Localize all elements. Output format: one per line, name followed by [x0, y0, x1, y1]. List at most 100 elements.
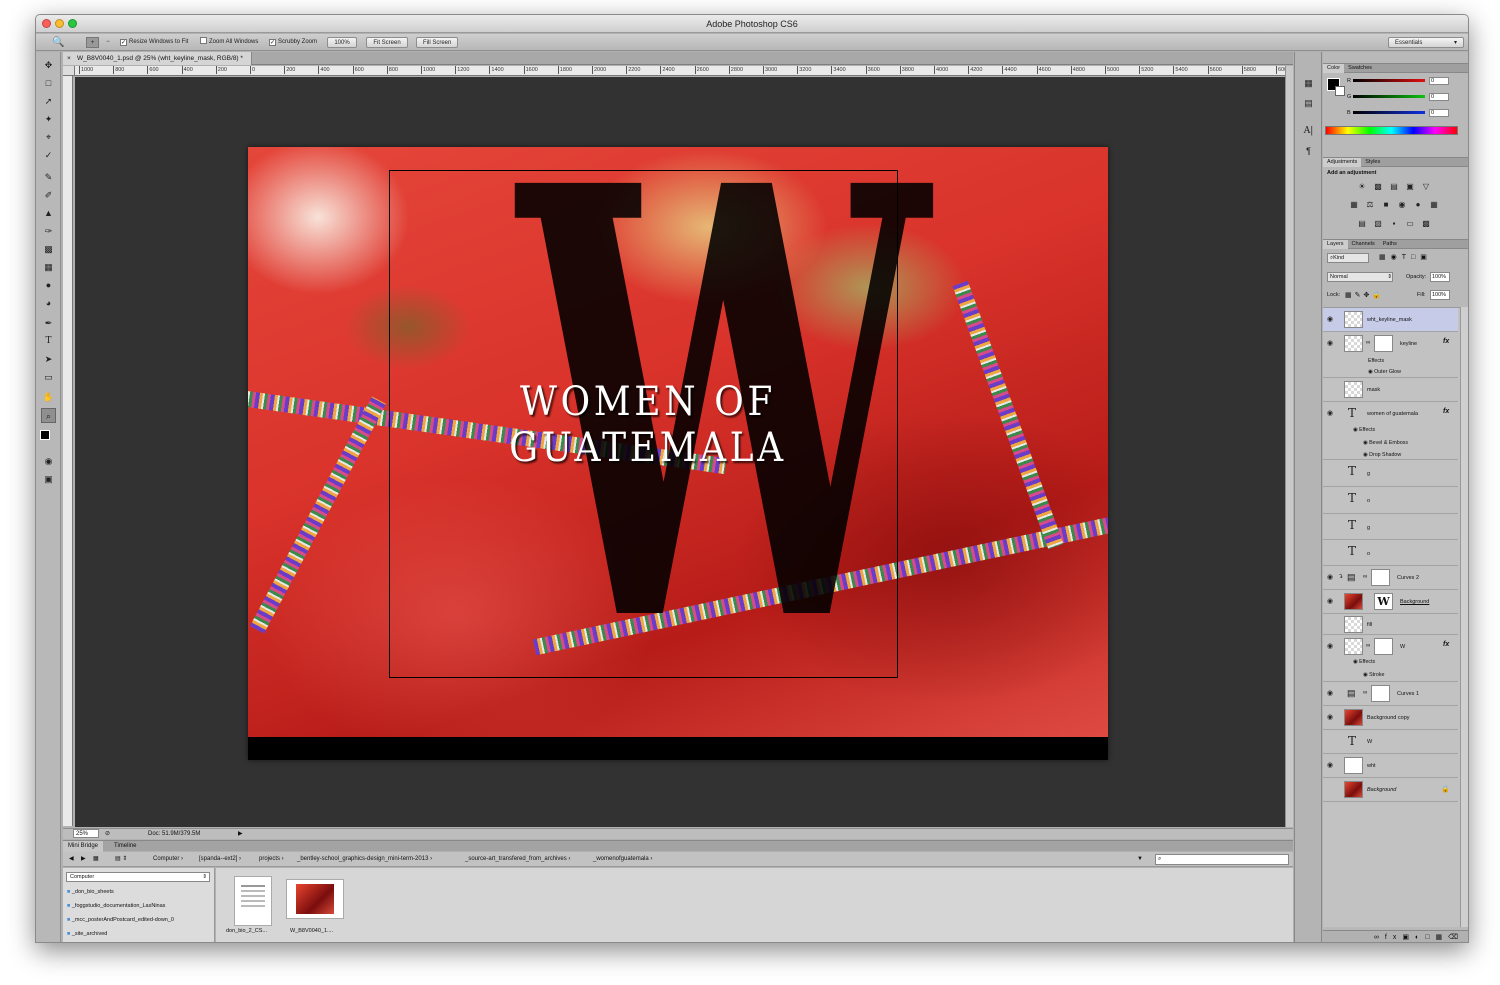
- path-selection-tool-icon[interactable]: ➤: [41, 352, 56, 367]
- type-tool-icon[interactable]: T: [41, 334, 56, 349]
- kind-filter-dropdown[interactable]: ⌕Kind: [1327, 253, 1369, 263]
- visibility-eye-icon[interactable]: ◉: [1327, 410, 1336, 417]
- layer-row[interactable]: ◉ ∞ Wfx ◉ Effects ◉ Stroke: [1323, 635, 1458, 682]
- layer-row[interactable]: fill: [1323, 614, 1458, 635]
- selective-color-icon[interactable]: ▩: [1421, 219, 1431, 229]
- screen-mode-icon[interactable]: ▣: [41, 472, 56, 487]
- green-slider[interactable]: [1353, 95, 1425, 98]
- close-tab-icon[interactable]: ×: [67, 52, 71, 65]
- hue-saturation-icon[interactable]: ▦: [1349, 200, 1359, 210]
- visibility-eye-icon[interactable]: ◉: [1327, 762, 1336, 769]
- character-panel-icon[interactable]: A|: [1301, 124, 1316, 139]
- posterize-icon[interactable]: ▧: [1373, 219, 1383, 229]
- resize-windows-checkbox[interactable]: ✓ Resize Windows to Fit: [120, 37, 188, 48]
- folder-item[interactable]: ■ _mcc_posterAndPostcard_edited-down_0: [63, 913, 214, 927]
- layer-row[interactable]: mask: [1323, 378, 1458, 402]
- curves-icon[interactable]: ▤: [1389, 182, 1399, 192]
- layer-row[interactable]: ◉ Background copy: [1323, 706, 1458, 730]
- tab-channels[interactable]: Channels: [1348, 240, 1379, 249]
- zoom-window-button[interactable]: [68, 19, 77, 28]
- filter-icon[interactable]: ▼: [1137, 852, 1143, 867]
- opacity-field[interactable]: 100%: [1430, 272, 1450, 282]
- blue-value-field[interactable]: 0: [1429, 109, 1449, 117]
- effect-item[interactable]: ◉ Stroke: [1363, 672, 1384, 679]
- zoom-tool-selected-icon[interactable]: ⌕: [41, 408, 56, 423]
- vibrance-icon[interactable]: ▽: [1421, 182, 1431, 192]
- zoom-all-windows-checkbox[interactable]: Zoom All Windows: [200, 37, 258, 48]
- back-arrow-icon[interactable]: ◀: [69, 852, 74, 867]
- canvas-vertical-scrollbar[interactable]: [1285, 66, 1293, 827]
- green-value-field[interactable]: 0: [1429, 93, 1449, 101]
- blend-mode-dropdown[interactable]: Normal ⇕: [1327, 272, 1393, 282]
- workspace-dropdown[interactable]: Essentials ▾: [1388, 37, 1464, 48]
- tab-styles[interactable]: Styles: [1361, 158, 1384, 167]
- browse-icon[interactable]: ▦: [93, 852, 99, 867]
- path-spanda[interactable]: [spanda--ext2] ›: [199, 852, 241, 867]
- threshold-icon[interactable]: ▪: [1389, 219, 1399, 229]
- folder-item[interactable]: ■ _site_archived: [63, 927, 214, 941]
- red-value-field[interactable]: 0: [1429, 77, 1449, 85]
- blur-tool-icon[interactable]: ●: [41, 278, 56, 293]
- channel-mixer-icon[interactable]: ●: [1413, 200, 1423, 210]
- status-menu-arrow-icon[interactable]: ▶: [238, 829, 243, 839]
- visibility-eye-icon[interactable]: ◉: [1327, 316, 1336, 323]
- visibility-eye-icon[interactable]: ◉: [1327, 690, 1336, 697]
- tab-layers[interactable]: Layers: [1323, 240, 1348, 249]
- background-color-chip[interactable]: [1335, 86, 1345, 96]
- path-computer[interactable]: Computer ›: [153, 852, 183, 867]
- scrubby-zoom-checkbox[interactable]: ✓ Scrubby Zoom: [269, 37, 317, 48]
- color-balance-icon[interactable]: ⚖: [1365, 200, 1375, 210]
- levels-icon[interactable]: ▩: [1373, 182, 1383, 192]
- paragraph-panel-icon[interactable]: ¶: [1301, 144, 1316, 159]
- path-womenofguatemala[interactable]: _womenofguatemala ›: [593, 852, 652, 867]
- visibility-eye-icon[interactable]: ◉: [1327, 598, 1336, 605]
- hand-tool-icon[interactable]: ✋: [41, 390, 56, 405]
- color-lookup-icon[interactable]: ▦: [1429, 200, 1439, 210]
- bridge-search-input[interactable]: ⌕: [1155, 854, 1289, 865]
- layer-row[interactable]: Tg: [1323, 514, 1458, 540]
- tab-paths[interactable]: Paths: [1379, 240, 1401, 249]
- zoom-tool-icon[interactable]: 🔍: [52, 37, 64, 48]
- eraser-tool-icon[interactable]: ▩: [41, 242, 56, 257]
- minimize-window-button[interactable]: [55, 19, 64, 28]
- shape-tool-icon[interactable]: ▭: [41, 370, 56, 385]
- layer-row[interactable]: ◉ ∞ keyline fx Effects ◉ Outer Glow: [1323, 332, 1458, 378]
- layer-row[interactable]: ◉ W Background: [1323, 590, 1458, 614]
- foreground-color-swatch[interactable]: [40, 430, 50, 440]
- vertical-ruler[interactable]: [63, 76, 73, 826]
- path-projects[interactable]: projects ›: [259, 852, 284, 867]
- close-window-button[interactable]: [42, 19, 51, 28]
- clone-stamp-tool-icon[interactable]: ▲: [41, 206, 56, 221]
- add-style-icon[interactable]: fx: [1385, 934, 1402, 941]
- layer-row[interactable]: ◉ wht: [1323, 754, 1458, 778]
- tab-swatches[interactable]: Swatches: [1344, 64, 1376, 73]
- marquee-tool-icon[interactable]: □: [41, 76, 56, 91]
- eyedropper-tool-icon[interactable]: ✓: [41, 148, 56, 163]
- history-brush-tool-icon[interactable]: ✑: [41, 224, 56, 239]
- brush-tool-icon[interactable]: ✐: [41, 188, 56, 203]
- pen-tool-icon[interactable]: ✒: [41, 316, 56, 331]
- tab-timeline[interactable]: Timeline: [109, 841, 141, 852]
- fit-screen-button[interactable]: Fit Screen: [366, 37, 408, 48]
- new-layer-icon[interactable]: ▦: [1435, 934, 1448, 941]
- zoom-out-icon[interactable]: −: [102, 37, 114, 48]
- document-canvas[interactable]: W WOMEN OF GUATEMALA: [75, 77, 1285, 827]
- tab-adjustments[interactable]: Adjustments: [1323, 158, 1362, 167]
- path-source-art[interactable]: _source-art_transfered_from_archives ›: [465, 852, 570, 867]
- layers-scrollbar[interactable]: [1460, 307, 1468, 927]
- photo-filter-icon[interactable]: ◉: [1397, 200, 1407, 210]
- delete-layer-icon[interactable]: ⌫: [1448, 934, 1464, 941]
- zoom-in-icon[interactable]: +: [86, 37, 99, 48]
- folder-item[interactable]: ■ _don_bio_sheets: [63, 885, 214, 899]
- link-layers-icon[interactable]: ∞: [1374, 934, 1385, 941]
- fx-icon[interactable]: fx: [1443, 408, 1449, 415]
- fill-screen-button[interactable]: Fill Screen: [416, 37, 458, 48]
- layer-row[interactable]: ◉ ↴ ▤ ∞ Curves 2: [1323, 566, 1458, 590]
- crop-tool-icon[interactable]: ⌖: [41, 130, 56, 145]
- layer-row[interactable]: To: [1323, 540, 1458, 566]
- horizontal-ruler[interactable]: 1000 800 600 400 200 0 200 400 600 800 1000 1200 140…: [75, 66, 1285, 76]
- fx-icon[interactable]: fx: [1443, 641, 1449, 648]
- healing-brush-tool-icon[interactable]: ✎: [41, 170, 56, 185]
- quick-mask-icon[interactable]: ◉: [41, 454, 56, 469]
- new-adjustment-icon[interactable]: ◐: [1415, 934, 1425, 941]
